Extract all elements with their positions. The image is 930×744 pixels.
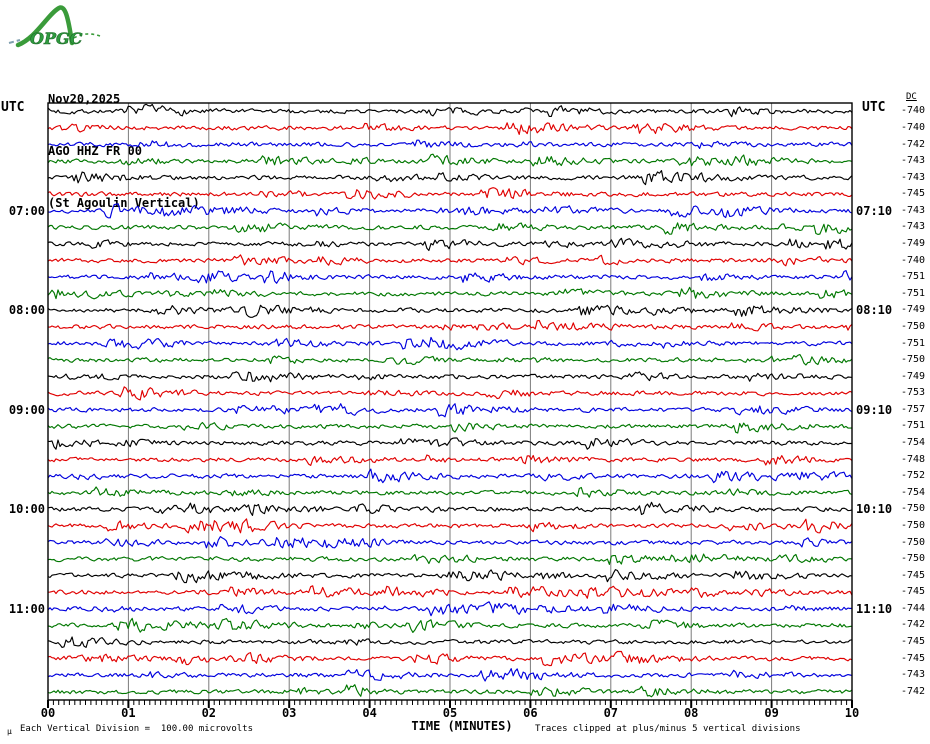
hour-label-left: 07:00: [8, 203, 45, 218]
dc-value: -744: [901, 602, 926, 614]
dc-value: -750: [901, 320, 926, 332]
x-tick-label: 08: [683, 706, 699, 720]
hour-label-left: 08:00: [8, 303, 45, 318]
footer-clip-note: Traces clipped at plus/minus 5 vertical …: [535, 724, 801, 734]
dc-value: -745: [901, 188, 926, 200]
dc-value: -742: [901, 685, 926, 697]
dc-value: -750: [901, 553, 926, 564]
dc-value: -743: [901, 204, 926, 216]
x-tick-label: 05: [442, 706, 458, 720]
dc-value: -743: [901, 221, 926, 233]
hour-label-right: 10:10: [856, 502, 893, 517]
dc-value: -749: [901, 370, 926, 382]
hour-label-right: 09:10: [856, 402, 893, 417]
dc-value: -745: [901, 636, 926, 647]
dc-value: -750: [901, 503, 926, 515]
dc-value: -750: [901, 536, 926, 548]
dc-value: -743: [901, 155, 926, 166]
hour-label-right: 08:10: [856, 303, 893, 318]
dc-value: -751: [901, 287, 926, 299]
footer-scale-note: Each Vertical Division = 100.00 microvol…: [20, 724, 253, 734]
dc-value: -742: [901, 619, 926, 631]
dc-value: -750: [901, 519, 926, 531]
dc-value: -743: [901, 171, 926, 183]
x-tick-label: 02: [201, 706, 217, 720]
dc-value: -745: [901, 586, 926, 598]
hour-label-left: 09:00: [8, 402, 45, 417]
dc-value: -745: [901, 569, 926, 581]
helicorder-page: OPGC Nov20,2025 AGO HHZ FR 00 (St Agouli…: [0, 0, 930, 744]
dc-value: -751: [901, 271, 926, 283]
dc-value: -751: [901, 420, 926, 432]
x-tick-label: 04: [362, 706, 377, 720]
dc-value: -742: [901, 138, 926, 150]
x-tick-label: 07: [603, 706, 619, 720]
dc-value: -751: [901, 337, 926, 349]
hour-label-left: 11:00: [8, 601, 45, 616]
x-tick-label: 06: [523, 706, 538, 720]
x-tick-label: 09: [764, 706, 779, 720]
dc-value: -749: [901, 238, 926, 249]
dc-value: -753: [901, 387, 926, 399]
x-tick-label: 03: [281, 706, 297, 720]
dc-value: -757: [901, 403, 926, 415]
seismogram-plot: [47, 102, 853, 708]
x-axis-title: TIME (MINUTES): [411, 719, 513, 733]
dc-value: -740: [901, 105, 926, 117]
hour-label-right: 07:10: [856, 203, 893, 218]
dc-value: -752: [901, 470, 926, 482]
dc-value: -748: [901, 453, 926, 465]
dc-value: -740: [901, 254, 926, 266]
footer-glyph: μ: [7, 727, 12, 736]
dc-value: -745: [901, 652, 926, 664]
dc-value: -750: [901, 354, 926, 365]
dc-value: -749: [901, 304, 926, 316]
x-tick-label: 10: [844, 706, 860, 720]
dc-value: -740: [901, 121, 926, 133]
dc-value: -754: [901, 486, 926, 498]
dc-value: -743: [901, 669, 926, 681]
hour-label-left: 10:00: [8, 502, 45, 517]
dc-value: -754: [901, 437, 926, 448]
x-tick-label: 00: [40, 706, 56, 720]
x-tick-label: 01: [121, 706, 136, 720]
hour-label-right: 11:10: [856, 601, 893, 616]
